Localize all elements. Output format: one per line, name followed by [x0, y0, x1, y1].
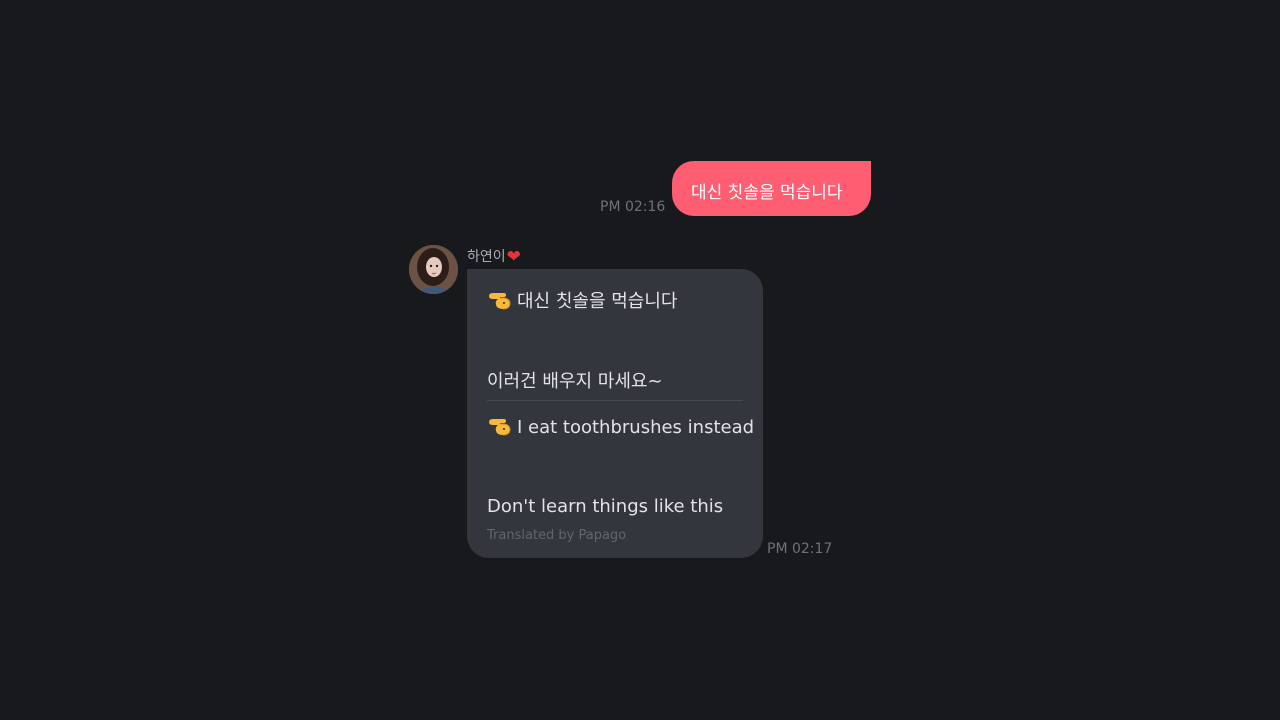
- translated-line-1: I eat toothbrushes instead: [487, 415, 754, 438]
- original-text-2: 이러건 배우지 마세요~: [487, 371, 663, 392]
- translated-line-2: Don't learn things like this: [487, 496, 723, 517]
- translated-text-1: I eat toothbrushes instead: [517, 417, 755, 438]
- pointing-hand-icon: [489, 419, 511, 436]
- sender-name: 하연이❤: [467, 246, 521, 267]
- outgoing-bubble[interactable]: 대신 칫솔을 먹습니다: [672, 161, 871, 216]
- heart-icon: ❤: [506, 247, 521, 267]
- original-line-1: 대신 칫솔을 먹습니다: [487, 287, 677, 313]
- pointing-hand-icon: [489, 293, 511, 310]
- outgoing-message: PM 02:16 대신 칫솔을 먹습니다: [600, 161, 871, 217]
- avatar[interactable]: [409, 245, 458, 294]
- translation-divider: [487, 400, 743, 401]
- sender-name-text: 하연이: [467, 249, 506, 265]
- outgoing-timestamp: PM 02:16: [600, 199, 666, 215]
- translated-text-2: Don't learn things like this: [487, 496, 724, 517]
- original-line-2: 이러건 배우지 마세요~: [487, 367, 663, 393]
- translation-credit: Translated by Papago: [487, 528, 627, 543]
- chat-view: PM 02:16 대신 칫솔을 먹습니다 하연이❤ 대신 칫솔을 먹습니다 이러…: [0, 0, 1280, 720]
- outgoing-text: 대신 칫솔을 먹습니다: [691, 183, 843, 203]
- original-text-1: 대신 칫솔을 먹습니다: [517, 291, 678, 312]
- incoming-bubble[interactable]: 대신 칫솔을 먹습니다 이러건 배우지 마세요~ I eat toothbrus…: [467, 269, 763, 558]
- incoming-timestamp: PM 02:17: [767, 541, 833, 557]
